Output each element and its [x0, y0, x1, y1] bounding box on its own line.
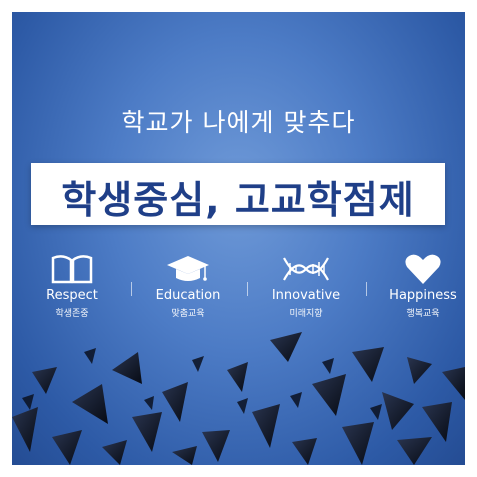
scattered-shards: [12, 332, 465, 465]
headline-banner: 학생중심, 고교학점제: [31, 163, 445, 225]
value-en: Happiness: [389, 288, 457, 303]
value-respect: Respect 학생존중: [17, 252, 127, 319]
divider: [366, 282, 367, 296]
value-education: Education 맞춤교육: [133, 252, 243, 319]
divider: [131, 282, 132, 296]
dna-helix-icon: [283, 257, 329, 281]
subtitle: 학교가 나에게 맞추다: [121, 108, 356, 137]
value-innovative: Innovative 미래지향: [251, 252, 361, 319]
headline: 학생중심, 고교학점제: [61, 178, 415, 222]
value-en: Education: [155, 288, 221, 303]
open-book-icon: [51, 255, 93, 284]
divider: [247, 282, 248, 296]
value-en: Innovative: [271, 288, 341, 303]
value-en: Respect: [46, 288, 98, 303]
value-happiness: Happiness 행복교육: [368, 252, 465, 319]
graduation-cap-icon: [167, 256, 209, 281]
poster: 학교가 나에게 맞추다 학생중심, 고교학점제 Respect 학생존중 Edu…: [12, 12, 465, 465]
heart-icon: [405, 254, 441, 284]
